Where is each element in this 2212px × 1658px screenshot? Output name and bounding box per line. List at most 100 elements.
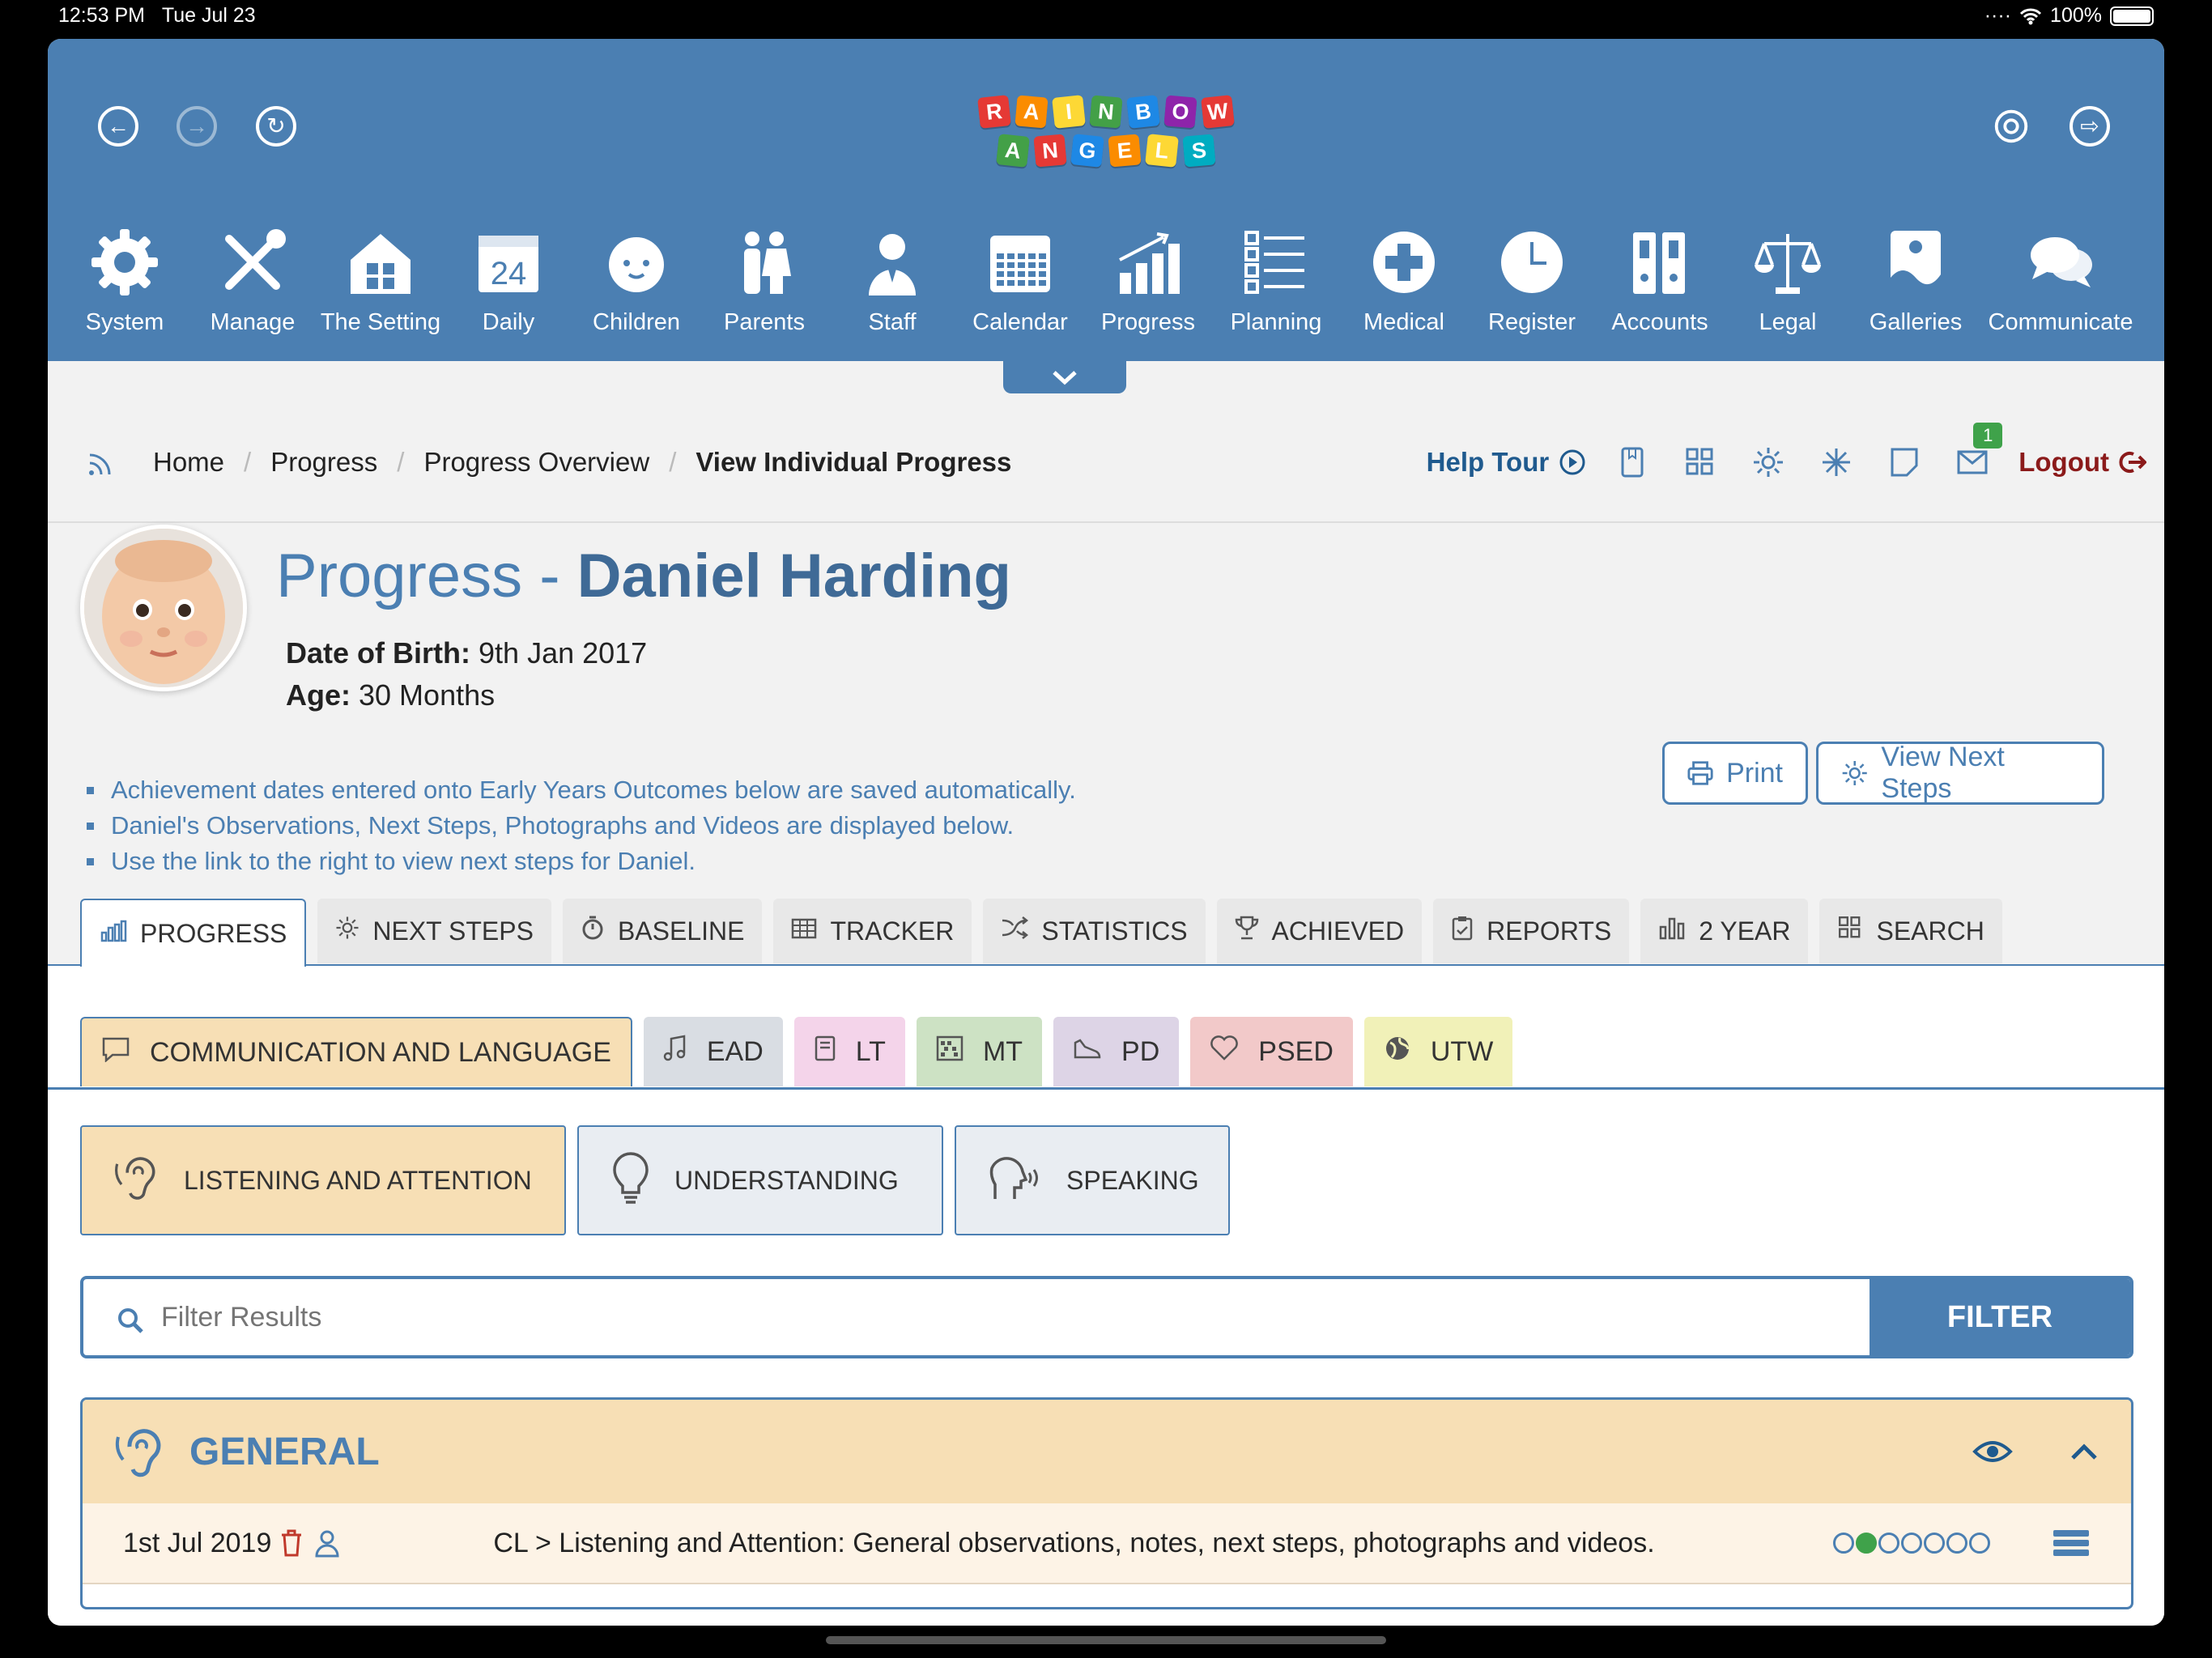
baby-face-image	[84, 529, 243, 687]
subarea-listening-and-attention[interactable]: LISTENING AND ATTENTION	[80, 1125, 566, 1235]
nav-item-register[interactable]: Register	[1468, 219, 1596, 356]
grid-icon[interactable]	[1678, 440, 1722, 484]
app-window: ← → ↻ ⇨ RAINBOWANGELS System Manage The Se…	[48, 39, 2164, 1626]
area-tab-communication-and-language[interactable]: COMMUNICATION AND LANGUAGE	[80, 1017, 632, 1086]
filter-input[interactable]	[145, 1279, 1870, 1355]
nav-item-parents[interactable]: Parents	[700, 219, 828, 356]
nav-item-calendar[interactable]: Calendar	[956, 219, 1084, 356]
nav-item-daily[interactable]: 24 Daily	[445, 219, 572, 356]
tab-achieved[interactable]: ACHIEVED	[1216, 899, 1423, 963]
logo-letter: G	[1070, 134, 1104, 168]
breadcrumb-progress-overview[interactable]: Progress Overview	[423, 447, 649, 478]
nav-label: Daily	[482, 309, 535, 335]
progress-dot[interactable]	[1969, 1533, 1990, 1554]
progress-dots[interactable]	[1833, 1533, 1990, 1554]
area-tab-lt[interactable]: LT	[793, 1017, 905, 1086]
progress-dot[interactable]	[1878, 1533, 1899, 1554]
subarea-label: SPEAKING	[1066, 1165, 1199, 1195]
nav-item-planning[interactable]: Planning	[1212, 219, 1340, 356]
tab-label: SEARCH	[1876, 916, 1984, 946]
subarea-speaking[interactable]: SPEAKING	[955, 1125, 1230, 1235]
nav-item-accounts[interactable]: Accounts	[1596, 219, 1724, 356]
area-tab-psed[interactable]: PSED	[1190, 1017, 1353, 1086]
tools-icon	[218, 219, 287, 306]
tab-2-year[interactable]: 2 YEAR	[1640, 899, 1809, 963]
exit-door-icon[interactable]: ⇨	[2069, 106, 2110, 147]
speech-bubbles-icon	[2026, 219, 2095, 306]
staff-user-icon[interactable]	[313, 1528, 341, 1558]
area-label: LT	[855, 1035, 886, 1067]
progress-dot[interactable]	[1901, 1533, 1922, 1554]
nav-item-manage[interactable]: Manage	[189, 219, 317, 356]
area-tab-pd[interactable]: PD	[1053, 1017, 1180, 1086]
nav-label: Parents	[724, 309, 805, 335]
bars-icon	[1658, 916, 1686, 946]
nav-item-galleries[interactable]: Galleries	[1852, 219, 1980, 356]
area-label: MT	[982, 1035, 1023, 1067]
tab-next-steps[interactable]: NEXT STEPS	[317, 899, 551, 963]
help-tour-link[interactable]: Help Tour	[1427, 447, 1587, 478]
menu-list-icon[interactable]	[2052, 1528, 2091, 1558]
progress-dot[interactable]	[1833, 1533, 1854, 1554]
area-tab-mt[interactable]: MT	[916, 1017, 1043, 1086]
ear-icon	[114, 1150, 160, 1210]
logout-link[interactable]: Logout	[2018, 447, 2146, 478]
calendar-day-icon: 24	[474, 219, 543, 306]
progress-dot[interactable]	[1946, 1533, 1967, 1554]
nav-item-medical[interactable]: Medical	[1340, 219, 1468, 356]
globe-icon	[1384, 1035, 1411, 1069]
chart-icon	[100, 918, 127, 949]
delete-trash-icon[interactable]	[279, 1528, 304, 1558]
filter-button[interactable]: FILTER	[1870, 1279, 2130, 1355]
gallery-icon	[1881, 219, 1950, 306]
settings-gear-icon[interactable]	[1991, 106, 2031, 147]
forward-icon[interactable]: →	[177, 106, 217, 147]
mail-icon[interactable]: 1	[1950, 423, 2003, 484]
page-title: Progress - Daniel Harding	[276, 542, 1011, 610]
refresh-icon[interactable]: ↻	[256, 106, 296, 147]
breadcrumb-home[interactable]: Home	[153, 447, 224, 478]
tab-statistics[interactable]: STATISTICS	[983, 899, 1206, 963]
tab-progress[interactable]: PROGRESS	[80, 899, 307, 967]
nav-item-progress[interactable]: Progress	[1084, 219, 1212, 356]
nav-item-system[interactable]: System	[61, 219, 189, 356]
snowflake-icon[interactable]	[1814, 440, 1858, 484]
chevron-up-icon[interactable]	[2069, 1442, 2099, 1461]
logo-letter: W	[1201, 95, 1235, 129]
notepad-icon[interactable]	[1882, 440, 1926, 484]
area-tab-ead[interactable]: EAD	[643, 1017, 783, 1086]
nav-item-staff[interactable]: Staff	[828, 219, 956, 356]
home-indicator	[826, 1636, 1386, 1644]
breadcrumb-progress[interactable]: Progress	[270, 447, 377, 478]
tab-reports[interactable]: REPORTS	[1433, 899, 1630, 963]
nav-item-children[interactable]: Children	[572, 219, 700, 356]
date-of-birth: Date of Birth: 9th Jan 2017	[286, 636, 648, 670]
age: Age: 30 Months	[286, 678, 496, 712]
tab-tracker[interactable]: TRACKER	[773, 899, 972, 963]
back-icon[interactable]: ←	[98, 106, 138, 147]
sun-icon[interactable]	[1746, 440, 1790, 484]
staff-icon	[857, 219, 927, 306]
bookmark-book-icon[interactable]	[1610, 440, 1654, 484]
nav-item-communicate[interactable]: Communicate	[1980, 219, 2142, 356]
tab-label: TRACKER	[830, 916, 955, 946]
grid-search-icon	[1837, 915, 1863, 947]
shoe-icon	[1073, 1036, 1102, 1068]
progress-dot[interactable]	[1924, 1533, 1945, 1554]
eye-icon[interactable]	[1972, 1439, 2013, 1465]
subarea-understanding[interactable]: UNDERSTANDING	[577, 1125, 943, 1235]
view-next-steps-button[interactable]: View Next Steps	[1816, 742, 2104, 805]
gear-icon	[90, 219, 160, 306]
logo-letter: L	[1145, 134, 1179, 168]
subarea-buttons: LISTENING AND ATTENTION UNDERSTANDING SPEA…	[80, 1125, 1230, 1235]
area-tab-utw[interactable]: UTW	[1363, 1017, 1513, 1086]
nav-label: Calendar	[972, 309, 1068, 335]
nav-item-legal[interactable]: Legal	[1724, 219, 1852, 356]
tab-baseline[interactable]: BASELINE	[562, 899, 763, 963]
progress-dot[interactable]	[1856, 1533, 1877, 1554]
tab-search[interactable]: SEARCH	[1819, 899, 2002, 963]
child-name: Daniel Harding	[576, 542, 1011, 610]
note-item: Achievement dates entered onto Early Yea…	[80, 776, 1076, 811]
print-button[interactable]: Print	[1662, 742, 1808, 805]
nav-item-the-setting[interactable]: The Setting	[317, 219, 445, 356]
